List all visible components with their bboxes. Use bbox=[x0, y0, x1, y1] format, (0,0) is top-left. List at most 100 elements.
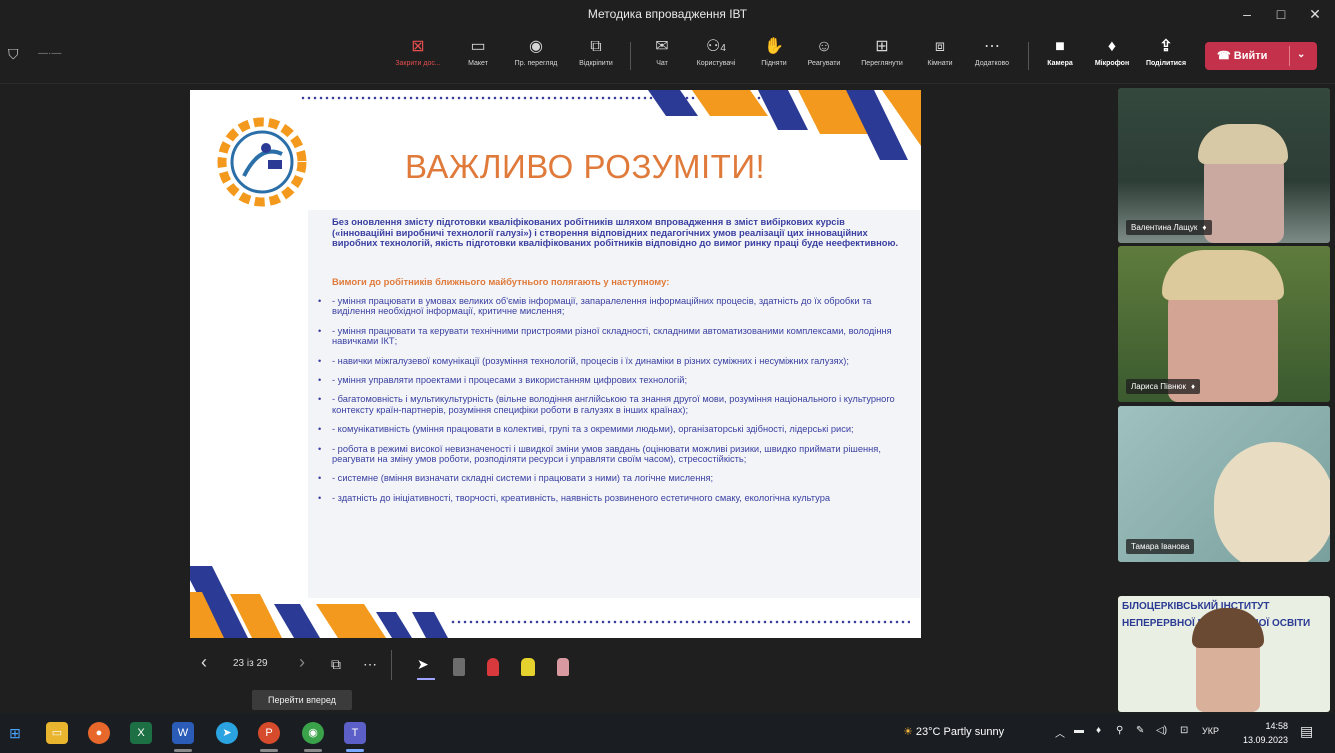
more-actions-button[interactable]: ⋯ Додатково bbox=[964, 36, 1020, 76]
chevron-up-icon[interactable]: ︿ bbox=[1055, 725, 1065, 740]
windows-taskbar: ⊞ ▭ ● X W ➤ P ◉ T ☀ 23°C Partly sunny ︿ … bbox=[0, 713, 1335, 753]
microphone-button[interactable]: ♦ Мікрофон bbox=[1084, 36, 1140, 76]
teams-icon[interactable]: T bbox=[344, 722, 366, 744]
rooms-icon: ⧈ bbox=[934, 38, 946, 55]
drag-handle-icon[interactable]: —·— bbox=[38, 48, 61, 59]
slide-intro-text: Без оновлення змісту підготовки кваліфік… bbox=[332, 216, 899, 249]
participant-tile[interactable]: БІЛОЦЕРКІВСЬКИЙ ІНСТИТУТ НЕПЕРЕРВНОЇ ПРО… bbox=[1118, 596, 1330, 712]
shield-icon[interactable]: ⛉ bbox=[8, 46, 19, 63]
battery-icon[interactable]: ▬ bbox=[1074, 725, 1084, 736]
telegram-icon[interactable]: ➤ bbox=[216, 722, 238, 744]
preview-eye-icon: ◉ bbox=[529, 38, 543, 55]
requirements-heading: Вимоги до робітників ближнього майбутньо… bbox=[332, 276, 670, 287]
preview-button[interactable]: ◉ Пр. перегляд bbox=[508, 36, 564, 76]
running-indicator bbox=[174, 749, 192, 752]
rooms-button[interactable]: ⧈ Кімнати bbox=[912, 36, 968, 76]
excel-icon[interactable]: X bbox=[130, 722, 152, 744]
decor-stripes-bottom bbox=[190, 566, 448, 638]
list-item: • - уміння працювати та керувати технічни… bbox=[318, 325, 892, 347]
file-explorer-icon[interactable]: ▭ bbox=[46, 722, 68, 744]
volume-icon[interactable]: ◁) bbox=[1156, 725, 1167, 736]
layout-button[interactable]: ▭ Макет bbox=[450, 36, 506, 76]
stop-sharing-button[interactable]: ⊠ Закрити дос... bbox=[390, 36, 446, 76]
weather-widget[interactable]: ☀ 23°C Partly sunny bbox=[903, 725, 1004, 738]
slide-title: ВАЖЛИВО РОЗУМІТИ! bbox=[405, 148, 766, 185]
layout-icon: ▭ bbox=[470, 38, 486, 55]
start-icon[interactable]: ⊞ bbox=[4, 722, 26, 744]
window-title: Методика впровадження ІВТ bbox=[587, 7, 748, 21]
active-tool-indicator bbox=[417, 678, 435, 680]
title-bar: Методика впровадження ІВТ – □ ✕ bbox=[0, 0, 1335, 30]
leave-divider bbox=[1289, 46, 1290, 66]
chat-icon: ✉ bbox=[655, 38, 669, 55]
maximize-button[interactable]: □ bbox=[1266, 3, 1296, 25]
usb-icon[interactable]: ⚲ bbox=[1116, 725, 1123, 736]
share-icon: ⇪ bbox=[1159, 38, 1173, 55]
toolbar-divider bbox=[1028, 42, 1029, 70]
previous-slide-button[interactable]: ‹ bbox=[201, 652, 207, 673]
leave-label: ☎ Вийти bbox=[1217, 50, 1268, 62]
clock[interactable]: 14:58 13.09.2023 bbox=[1228, 719, 1288, 747]
chrome-icon[interactable]: ◉ bbox=[302, 722, 324, 744]
raise-hand-icon: ✋ bbox=[764, 38, 784, 55]
pointer-icon[interactable]: ➤ bbox=[417, 656, 429, 673]
people-icon: ⚇4 bbox=[706, 38, 726, 55]
microphone-icon: ♦ bbox=[1107, 38, 1117, 55]
network-icon[interactable]: ⊡ bbox=[1180, 725, 1188, 736]
list-item: • - багатомовність і мультикультурність (… bbox=[318, 394, 895, 415]
react-button[interactable]: ☺ Реагувати bbox=[796, 36, 852, 76]
red-pen-icon[interactable] bbox=[487, 658, 499, 676]
participant-tile[interactable]: Валентина Лащук ♦ bbox=[1118, 88, 1330, 243]
notifications-icon[interactable]: ▤ bbox=[1300, 723, 1313, 740]
unpin-icon: ⧉ bbox=[590, 38, 602, 55]
leave-button[interactable]: ☎ Вийти ⌄ bbox=[1205, 42, 1317, 70]
list-item: • - робота в режимі високої невизначеност… bbox=[318, 443, 881, 465]
eraser-icon[interactable] bbox=[453, 658, 465, 676]
raise-hand-button[interactable]: ✋ Підняти bbox=[746, 36, 802, 76]
list-item: • - здатність до ініціативності, творчост… bbox=[318, 492, 831, 503]
participant-name: Лариса Півнюк ♦ bbox=[1126, 379, 1201, 394]
next-slide-tooltip: Перейти вперед bbox=[252, 690, 352, 710]
more-icon: ⋯ bbox=[984, 38, 1000, 55]
participant-name: Валентина Лащук ♦ bbox=[1126, 220, 1212, 235]
more-icon[interactable]: ⋯ bbox=[363, 656, 377, 673]
participant-tile[interactable]: Тамара Іванова bbox=[1118, 406, 1330, 562]
nav-divider bbox=[391, 650, 392, 680]
firefox-icon[interactable]: ● bbox=[88, 722, 110, 744]
participant-tile[interactable]: Лариса Півнюк ♦ bbox=[1118, 246, 1330, 402]
word-icon[interactable]: W bbox=[172, 722, 194, 744]
close-button[interactable]: ✕ bbox=[1300, 3, 1330, 25]
meeting-toolbar: ⛉ —·— ⊠ Закрити дос... ▭ Макет ◉ Пр. пер… bbox=[0, 30, 1335, 84]
chevron-down-icon[interactable]: ⌄ bbox=[1297, 49, 1305, 60]
share-button[interactable]: ⇪ Поділитися bbox=[1138, 36, 1194, 76]
slide-counter: 23 із 29 bbox=[233, 658, 268, 669]
list-item: • - уміння управляти проектами і процесам… bbox=[318, 375, 688, 386]
people-count-badge: 4 bbox=[720, 43, 726, 54]
minimize-button[interactable]: – bbox=[1232, 3, 1262, 25]
active-app-indicator bbox=[346, 749, 364, 752]
camera-button[interactable]: ■ Камера bbox=[1032, 36, 1088, 76]
phone-icon: ☎ bbox=[1217, 50, 1234, 62]
language-indicator[interactable]: УКР bbox=[1202, 726, 1219, 736]
mic-off-icon: ♦ bbox=[1202, 223, 1207, 232]
people-button[interactable]: ⚇4 Користувачі bbox=[688, 36, 744, 76]
slides-grid-icon[interactable]: ⧉ bbox=[331, 656, 341, 673]
participant-name: Тамара Іванова bbox=[1126, 539, 1195, 554]
unpin-button[interactable]: ⧉ Відкріпити bbox=[568, 36, 624, 76]
close-share-icon: ⊠ bbox=[411, 38, 425, 55]
view-button[interactable]: ⊞ Переглянути bbox=[854, 36, 910, 76]
list-item: • - системне (вміння визначати складні си… bbox=[318, 473, 714, 484]
pink-pen-icon[interactable] bbox=[557, 658, 569, 676]
pen-icon[interactable]: ✎ bbox=[1136, 725, 1144, 736]
weather-sun-icon: ☀ bbox=[903, 726, 916, 738]
list-item: • - комунікативність (уміння працювати в … bbox=[318, 424, 854, 435]
camera-icon: ■ bbox=[1055, 38, 1065, 55]
running-indicator bbox=[260, 749, 278, 752]
highlighter-icon[interactable] bbox=[521, 658, 535, 676]
clock-time: 14:58 bbox=[1265, 721, 1288, 731]
next-slide-button[interactable]: › bbox=[299, 652, 305, 673]
chat-button[interactable]: ✉ Чат bbox=[634, 36, 690, 76]
microphone-tray-icon[interactable]: ♦ bbox=[1096, 725, 1101, 736]
powerpoint-icon[interactable]: P bbox=[258, 722, 280, 744]
participant-hair bbox=[1162, 250, 1284, 300]
